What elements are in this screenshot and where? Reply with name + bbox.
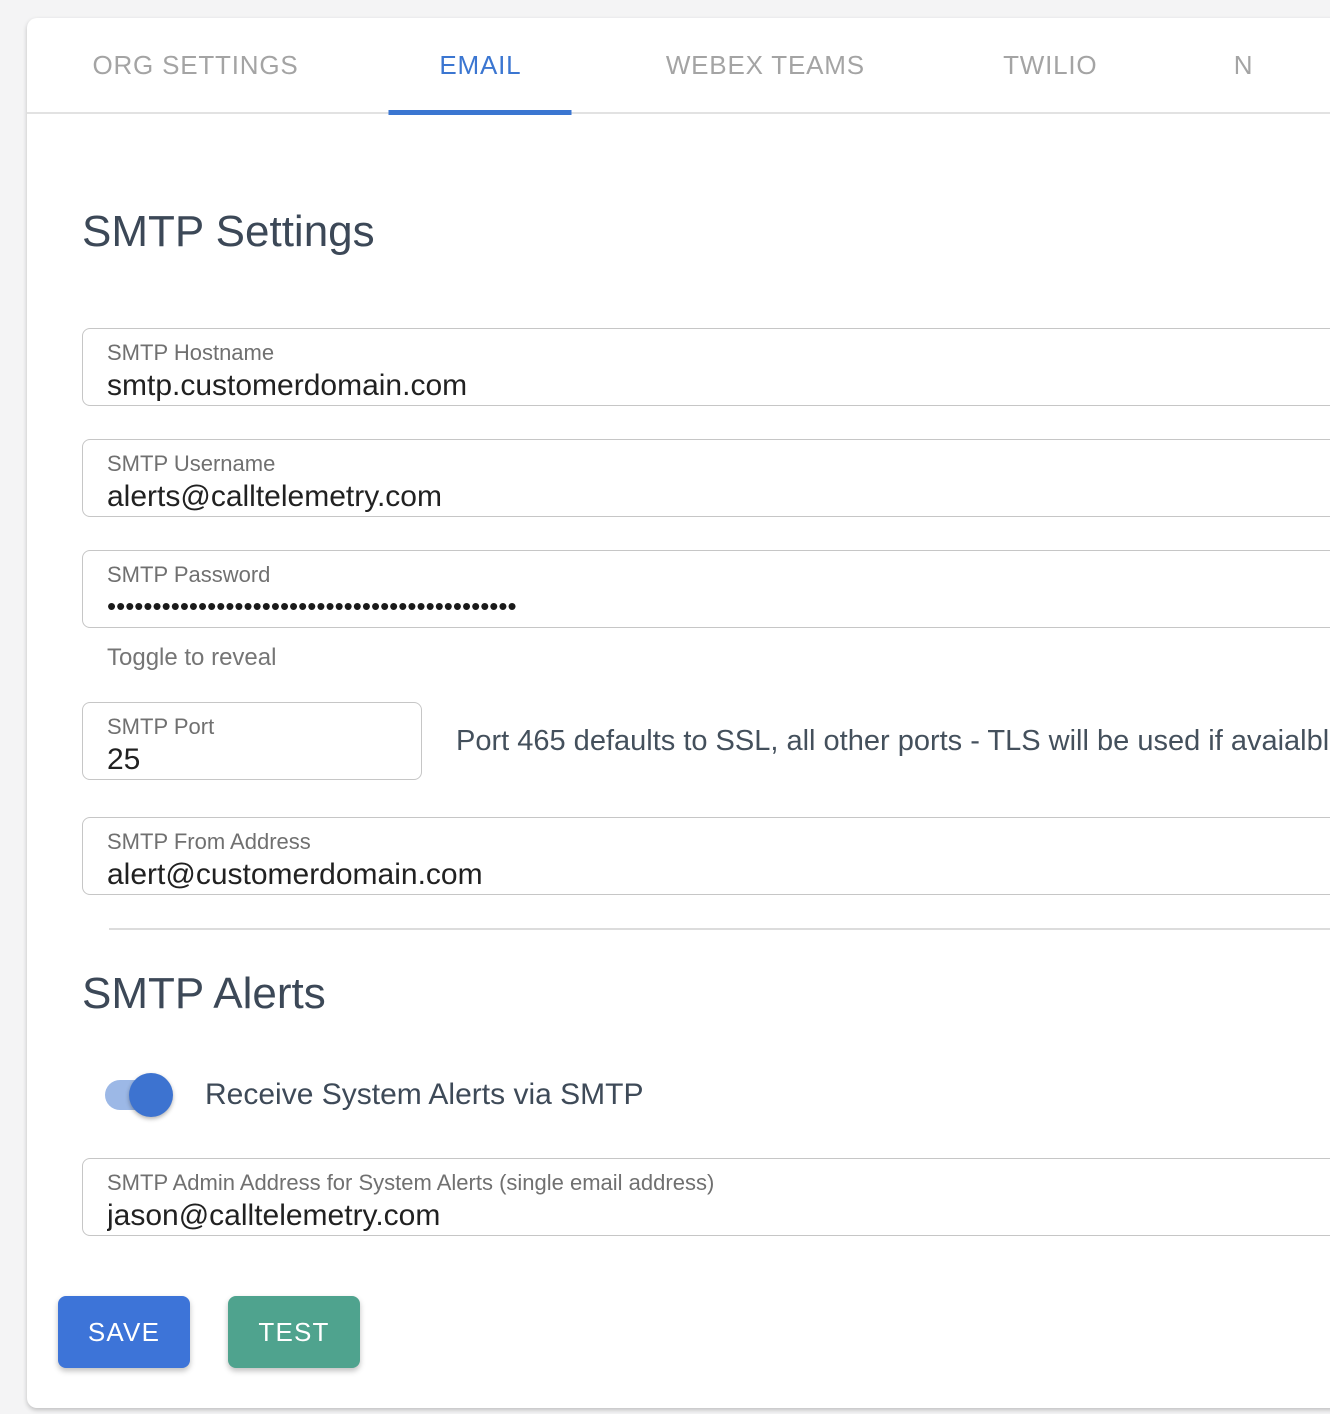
toggle-thumb[interactable] [129,1073,173,1117]
action-buttons: SAVE TEST [58,1296,1330,1368]
tab-bar: ORG SETTINGS EMAIL WEBEX TEAMS TWILIO N [27,18,1330,114]
receive-alerts-label: Receive System Alerts via SMTP [205,1078,643,1112]
smtp-username-field[interactable]: SMTP Username [82,439,1330,517]
smtp-password-field[interactable]: SMTP Password [82,550,1330,628]
smtp-password-input[interactable] [107,591,1330,622]
smtp-hostname-label: SMTP Hostname [107,340,1330,366]
tab-twilio[interactable]: TWILIO [908,17,1193,113]
smtp-from-input[interactable] [107,858,1330,892]
smtp-username-input[interactable] [107,480,1330,514]
toggle-to-reveal-text[interactable]: Toggle to reveal [82,644,1330,672]
smtp-port-row: SMTP Port Port 465 defaults to SSL, all … [82,702,1330,780]
save-button[interactable]: SAVE [58,1296,190,1368]
smtp-port-label: SMTP Port [107,714,421,740]
alerts-toggle-row: Receive System Alerts via SMTP [82,1078,1330,1112]
tab-webex-teams[interactable]: WEBEX TEAMS [623,17,908,113]
smtp-password-label: SMTP Password [107,562,1330,588]
tab-org-settings[interactable]: ORG SETTINGS [53,17,338,113]
tab-partial[interactable]: N [1193,17,1330,113]
test-button[interactable]: TEST [228,1296,360,1368]
email-settings-panel: SMTP Settings SMTP Hostname SMTP Usernam… [27,210,1330,1368]
smtp-admin-input[interactable] [107,1199,1330,1233]
tab-email[interactable]: EMAIL [338,17,623,113]
smtp-alerts-title: SMTP Alerts [82,972,1330,1016]
receive-alerts-toggle[interactable] [105,1080,161,1110]
smtp-admin-field[interactable]: SMTP Admin Address for System Alerts (si… [82,1158,1330,1236]
smtp-port-hint: Port 465 defaults to SSL, all other port… [456,725,1330,758]
smtp-port-field[interactable]: SMTP Port [82,702,422,780]
smtp-hostname-field[interactable]: SMTP Hostname [82,328,1330,406]
smtp-port-input[interactable] [107,743,405,777]
smtp-admin-label: SMTP Admin Address for System Alerts (si… [107,1170,1330,1196]
smtp-from-label: SMTP From Address [107,829,1330,855]
settings-card: ORG SETTINGS EMAIL WEBEX TEAMS TWILIO N … [27,18,1330,1408]
smtp-hostname-input[interactable] [107,369,1330,403]
smtp-username-label: SMTP Username [107,451,1330,477]
smtp-from-field[interactable]: SMTP From Address [82,817,1330,895]
section-divider [109,928,1330,930]
smtp-settings-title: SMTP Settings [82,210,1330,254]
